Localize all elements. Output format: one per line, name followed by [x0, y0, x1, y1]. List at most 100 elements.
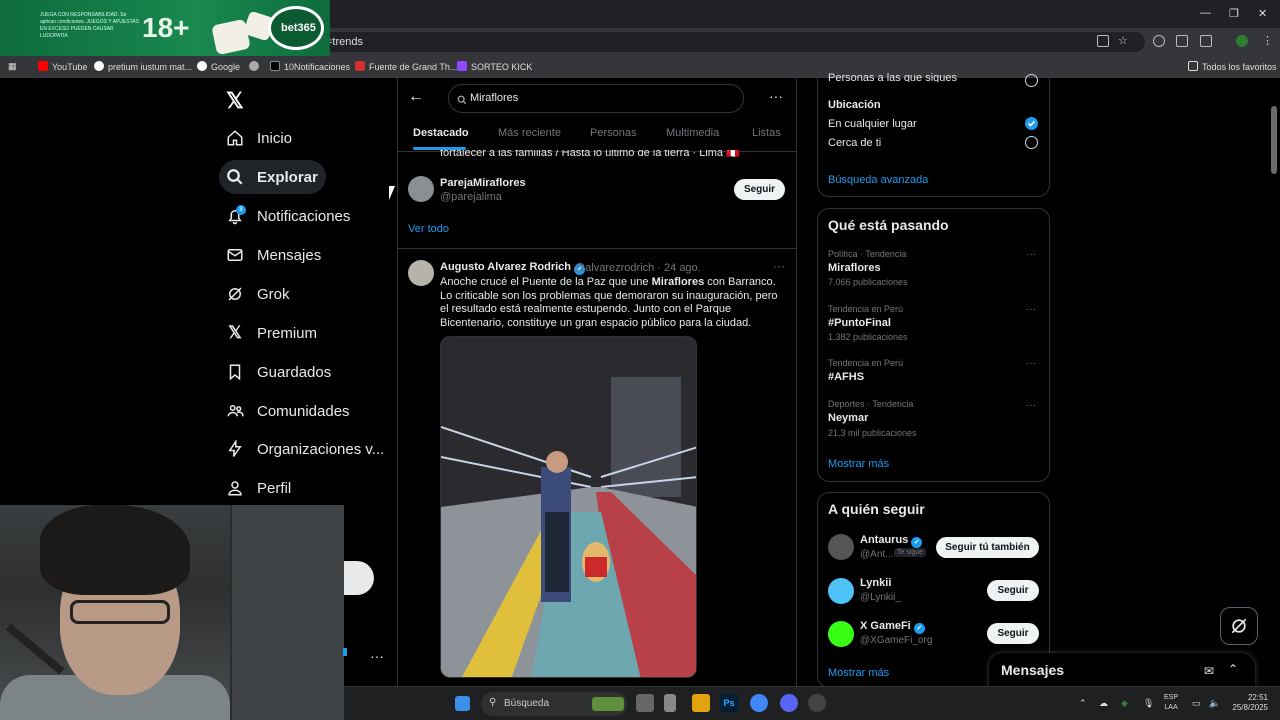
follow-user-name[interactable]: Lynkii — [860, 577, 891, 589]
apps-icon[interactable]: ▦ — [8, 61, 17, 72]
nav-premium[interactable]: 𝕏 Premium — [219, 316, 325, 350]
see-all-link[interactable]: Ver todo — [408, 223, 449, 235]
tab-latest[interactable]: Más reciente — [498, 127, 561, 139]
grok-button[interactable] — [1220, 607, 1258, 645]
radio-near[interactable] — [1025, 136, 1038, 149]
obs-icon[interactable] — [808, 694, 826, 712]
trend-name[interactable]: #PuntoFinal — [828, 317, 891, 329]
trend-name[interactable]: Neymar — [828, 412, 868, 424]
tray-app-icon[interactable]: ◆ — [1121, 698, 1128, 709]
taskbar-clock[interactable]: 22:51 25/8/2025 — [1226, 693, 1268, 713]
discord-icon[interactable] — [780, 694, 798, 712]
x-icon — [270, 61, 280, 71]
nav-explore[interactable]: Explorar — [219, 160, 326, 194]
avatar[interactable] — [828, 534, 854, 560]
address-text[interactable]: =trends — [326, 36, 363, 48]
follow-user-handle: @Lynkii_ — [860, 592, 901, 603]
network-icon[interactable]: ▭ — [1192, 698, 1201, 709]
close-icon[interactable]: ✕ — [1258, 7, 1267, 20]
tray-mic-icon[interactable]: 🎙 — [1143, 698, 1154, 709]
puzzle-icon[interactable] — [1200, 35, 1212, 47]
nav-communities[interactable]: Comunidades — [219, 394, 358, 428]
follow-user-name[interactable]: X GameFi ✓ — [860, 620, 925, 634]
tab-people[interactable]: Personas — [590, 127, 636, 139]
follow-user-name[interactable]: Antaurus ✓ — [860, 534, 923, 548]
trend-more-icon[interactable]: ··· — [1026, 400, 1036, 411]
expand-icon[interactable]: ⌃ — [1228, 662, 1238, 676]
extension-icon[interactable] — [1153, 35, 1165, 47]
bookmark-globe[interactable] — [249, 61, 263, 72]
search-options-icon[interactable]: ··· — [769, 88, 783, 104]
nav-profile[interactable]: Perfil — [219, 471, 299, 505]
all-bookmarks[interactable]: Todos los favoritos — [1188, 61, 1277, 72]
tab-lists[interactable]: Listas — [752, 127, 781, 139]
search-value[interactable]: Miraflores — [470, 92, 518, 104]
task-view-icon[interactable] — [636, 694, 654, 712]
address-bar[interactable] — [300, 32, 1145, 52]
maximize-icon[interactable]: ❐ — [1229, 7, 1239, 20]
post-button[interactable] — [344, 561, 374, 595]
star-icon[interactable]: ☆ — [1118, 34, 1128, 47]
avatar[interactable] — [828, 621, 854, 647]
webcam-person-hair — [40, 505, 190, 595]
install-icon[interactable] — [1097, 35, 1109, 47]
minimize-icon[interactable]: — — [1200, 7, 1211, 19]
bookmark-grand-theft[interactable]: Fuente de Grand Th... — [355, 61, 457, 72]
file-explorer-icon[interactable] — [692, 694, 710, 712]
bookmark-google[interactable]: Google — [197, 61, 240, 72]
bookmark-youtube[interactable]: YouTube — [38, 61, 87, 72]
advanced-search-link[interactable]: Búsqueda avanzada — [828, 174, 928, 186]
page-scrollbar[interactable] — [1271, 106, 1277, 174]
tab-media[interactable]: Multimedia — [666, 127, 719, 139]
follow-button[interactable]: Seguir — [987, 580, 1039, 601]
mic-app-icon[interactable] — [664, 694, 676, 712]
nav-organizations[interactable]: Organizaciones v... — [219, 432, 392, 466]
radio-anywhere[interactable] — [1025, 117, 1038, 130]
bookmark-10notificaciones[interactable]: 10Notificaciones — [270, 61, 350, 72]
nav-label: Notificaciones — [257, 207, 351, 225]
trends-show-more[interactable]: Mostrar más — [828, 458, 889, 470]
x-logo[interactable]: 𝕏 — [226, 88, 244, 114]
follows-you-badge: Te sigue — [894, 548, 927, 557]
trend-name[interactable]: Miraflores — [828, 262, 881, 274]
user-name[interactable]: ParejaMiraflores — [440, 177, 526, 189]
tweet-more-icon[interactable]: ··· — [773, 259, 785, 273]
onedrive-icon[interactable]: ☁ — [1099, 698, 1108, 709]
volume-icon[interactable]: 🔈 — [1209, 698, 1220, 709]
nav-label: Perfil — [257, 479, 292, 497]
trend-more-icon[interactable]: ··· — [1026, 249, 1036, 260]
tweet-author[interactable]: Augusto Alvarez Rodrich ✓ — [440, 261, 585, 275]
follow-button[interactable]: Seguir — [987, 623, 1039, 644]
nav-label: Guardados — [257, 363, 332, 381]
follow-back-button[interactable]: Seguir tú también — [936, 537, 1039, 558]
windows-start-icon[interactable] — [455, 696, 470, 711]
follow-show-more[interactable]: Mostrar más — [828, 667, 889, 679]
trend-more-icon[interactable]: ··· — [1026, 304, 1036, 315]
bookmark-sorteo-kick[interactable]: SORTEO KICK — [457, 61, 532, 72]
new-message-icon[interactable]: ✉ — [1204, 664, 1214, 678]
profile-avatar-icon[interactable] — [1236, 35, 1248, 47]
bookmark-pretium[interactable]: pretium iustum mat... — [94, 61, 192, 72]
chrome-icon[interactable] — [750, 694, 768, 712]
tweet-photo[interactable] — [440, 336, 697, 678]
menu-icon[interactable]: ⋮ — [1262, 34, 1273, 47]
x-icon: 𝕏 — [228, 323, 242, 342]
nav-messages[interactable]: Mensajes — [219, 238, 329, 272]
back-arrow-icon[interactable]: ← — [408, 88, 424, 106]
radio-people[interactable] — [1025, 74, 1038, 87]
nav-grok[interactable]: Grok — [219, 277, 298, 311]
language-indicator[interactable]: ESP LAA — [1164, 693, 1178, 713]
tray-chevron-icon[interactable]: ⌃ — [1079, 698, 1087, 709]
tab-featured[interactable]: Destacado — [413, 127, 469, 139]
nav-bookmarks[interactable]: Guardados — [219, 355, 339, 389]
media-icon[interactable] — [1176, 35, 1188, 47]
trend-more-icon[interactable]: ··· — [1026, 358, 1036, 369]
avatar[interactable] — [408, 260, 434, 286]
trend-name[interactable]: #AFHS — [828, 371, 864, 383]
nav-home[interactable]: Inicio — [219, 121, 300, 155]
avatar[interactable] — [408, 176, 434, 202]
photoshop-icon[interactable]: Ps — [720, 694, 738, 712]
follow-button[interactable]: Seguir — [734, 179, 785, 200]
account-more-icon[interactable]: ··· — [370, 648, 384, 664]
avatar[interactable] — [828, 578, 854, 604]
